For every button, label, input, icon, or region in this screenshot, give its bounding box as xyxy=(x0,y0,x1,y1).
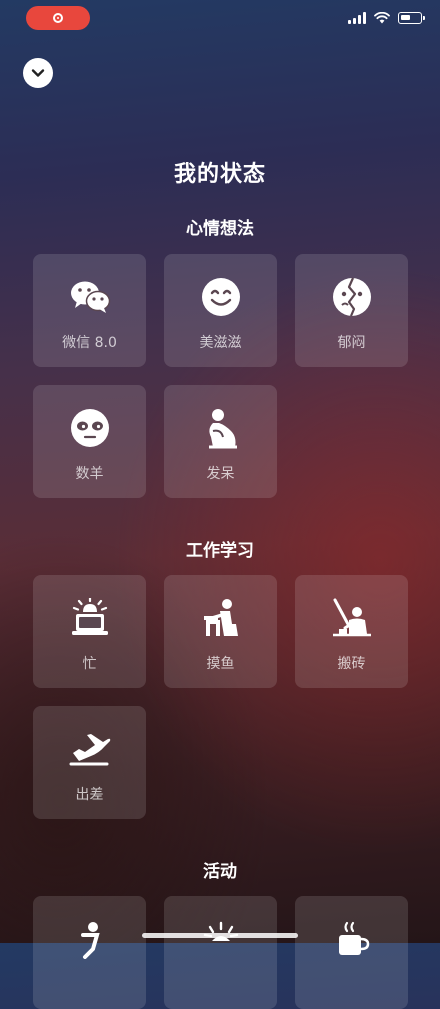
status-tile-label: 发呆 xyxy=(206,466,235,482)
status-tile-slacking[interactable]: 摸鱼 xyxy=(164,575,277,688)
status-tile-label: 郁闷 xyxy=(337,335,366,351)
cellular-signal-icon xyxy=(348,12,366,24)
status-tile-gloomy[interactable]: 郁闷 xyxy=(295,254,408,367)
sleepy-face-icon xyxy=(69,407,111,449)
split-face-icon xyxy=(331,276,373,318)
record-icon xyxy=(53,13,63,23)
status-tile-activity-3[interactable] xyxy=(295,896,408,1009)
collapse-button[interactable] xyxy=(23,58,53,88)
coffee-cup-icon xyxy=(331,918,373,960)
status-tile-label: 微信 8.0 xyxy=(62,335,117,351)
busy-laptop-icon xyxy=(69,597,111,639)
worker-figure-icon xyxy=(331,597,373,639)
slacking-figure-icon xyxy=(200,597,242,639)
status-tile-label: 搬砖 xyxy=(337,656,366,672)
smile-face-icon xyxy=(200,276,242,318)
status-tile-busy[interactable]: 忙 xyxy=(33,575,146,688)
section-title-activity: 活动 xyxy=(203,862,237,882)
status-tile-activity-1[interactable] xyxy=(33,896,146,1009)
status-tile-label: 摸鱼 xyxy=(206,656,235,672)
sun-figure-icon xyxy=(200,918,242,960)
screen-recording-indicator[interactable] xyxy=(26,6,90,30)
wechat-icon xyxy=(69,276,111,318)
status-tile-counting-sheep[interactable]: 数羊 xyxy=(33,385,146,498)
status-tile-activity-2[interactable] xyxy=(164,896,277,1009)
status-tile-daze[interactable]: 发呆 xyxy=(164,385,277,498)
running-figure-icon xyxy=(69,918,111,960)
status-tile-label: 美滋滋 xyxy=(199,335,242,351)
status-bar xyxy=(0,0,440,40)
wifi-icon xyxy=(374,12,390,24)
airplane-icon xyxy=(69,728,111,770)
status-tile-wechat[interactable]: 微信 8.0 xyxy=(33,254,146,367)
status-tile-label: 出差 xyxy=(75,787,104,803)
chevron-down-icon xyxy=(31,69,45,77)
section-title-work: 工作学习 xyxy=(186,541,254,561)
status-tile-brick-moving[interactable]: 搬砖 xyxy=(295,575,408,688)
section-title-mood: 心情想法 xyxy=(186,219,254,239)
battery-icon xyxy=(398,12,425,24)
daze-figure-icon xyxy=(200,407,242,449)
page-title: 我的状态 xyxy=(173,162,266,187)
status-tile-happy[interactable]: 美滋滋 xyxy=(164,254,277,367)
home-indicator[interactable] xyxy=(142,933,298,938)
status-tile-business-trip[interactable]: 出差 xyxy=(33,706,146,819)
status-icons xyxy=(348,12,425,24)
status-tile-label: 忙 xyxy=(82,656,97,672)
status-tile-label: 数羊 xyxy=(75,466,104,482)
